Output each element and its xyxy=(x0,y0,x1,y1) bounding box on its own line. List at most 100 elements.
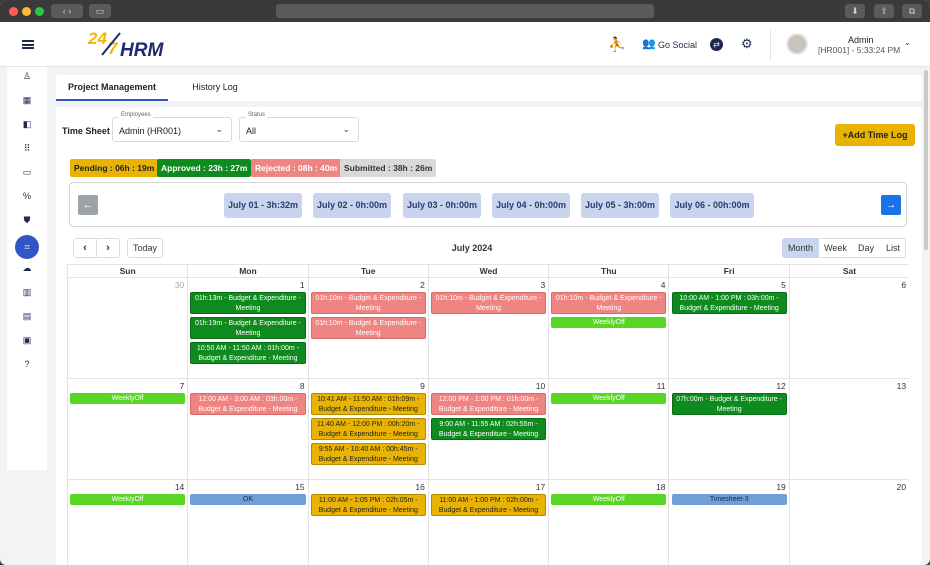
day-number[interactable]: 12 xyxy=(776,381,785,391)
calendar-event[interactable]: 9:55 AM - 10:40 AM : 00h:45m - Budget & … xyxy=(310,443,426,465)
calendar-event[interactable]: WeeklyOff xyxy=(551,494,667,505)
address-bar[interactable] xyxy=(276,4,654,18)
day-cell[interactable]: 8 12:00 AM - 3:00 AM : 03h:00m - Budget &… xyxy=(188,379,309,480)
calendar-event[interactable]: 01h:13m - Budget & Expenditure - Meeting xyxy=(190,292,306,314)
download-icon[interactable]: ⬇ xyxy=(845,4,865,18)
day-cell[interactable]: 11 WeeklyOff xyxy=(549,379,670,480)
calendar-event[interactable]: 11:40 AM - 12:00 PM : 00h:20m - Budget &… xyxy=(310,418,426,440)
today-button[interactable]: Today xyxy=(127,238,163,258)
dashboard-icon[interactable]: ▦ xyxy=(7,91,47,109)
prev-week-button[interactable]: ← xyxy=(78,195,98,215)
percent-icon[interactable]: % xyxy=(7,187,47,205)
grid-icon[interactable]: ⠿ xyxy=(7,139,47,157)
calendar-event[interactable]: 10:41 AM - 11:50 AM : 01h:09m - Budget &… xyxy=(310,393,426,415)
sync-icon[interactable]: ⇄ xyxy=(710,38,723,51)
day-number[interactable]: 20 xyxy=(897,482,906,492)
view-list-button[interactable]: List xyxy=(880,238,906,258)
day-number[interactable]: 30 xyxy=(175,280,184,290)
close-window-button[interactable] xyxy=(9,7,18,16)
day-cell[interactable]: 13 xyxy=(789,379,909,480)
day-cell[interactable]: 9 10:41 AM - 11:50 AM : 01h:09m - Budget … xyxy=(308,379,429,480)
calendar-event[interactable]: 01h:10m - Budget & Expenditure - Meeting xyxy=(310,317,426,339)
notebook-icon[interactable]: ▥ xyxy=(7,283,47,301)
id-card-icon[interactable]: ▣ xyxy=(7,331,47,349)
tab-history-log[interactable]: History Log xyxy=(176,75,254,101)
calendar-event[interactable]: 11:00 AM - 1:05 PM : 02h:05m - Budget & … xyxy=(310,494,426,516)
day-total-chip[interactable]: July 05 - 3h:00m xyxy=(581,193,659,218)
calendar-event[interactable]: 01h:19m - Budget & Expenditure - Meeting xyxy=(190,317,306,339)
day-number[interactable]: 15 xyxy=(295,482,304,492)
day-number[interactable]: 5 xyxy=(781,280,786,290)
calendar-event[interactable]: Timesheet-3 xyxy=(671,494,787,505)
add-time-log-button[interactable]: +Add Time Log xyxy=(835,124,915,146)
day-cell[interactable]: 4 01h:10m - Budget & Expenditure - Meetin… xyxy=(549,278,670,379)
view-month-button[interactable]: Month xyxy=(782,238,819,258)
calendar-event[interactable]: 07h:00m - Budget & Expenditure - Meeting xyxy=(671,393,787,415)
calendar-event[interactable]: 10:00 AM - 1:00 PM : 03h:00m - Budget & … xyxy=(671,292,787,314)
day-cell[interactable]: 6 xyxy=(789,278,909,379)
day-number[interactable]: 14 xyxy=(175,482,184,492)
day-number[interactable]: 1 xyxy=(300,280,305,290)
day-total-chip[interactable]: July 02 - 0h:00m xyxy=(313,193,391,218)
sidebar-toggle-icon[interactable]: ▭ xyxy=(89,4,111,18)
go-social-link[interactable]: Go Social xyxy=(658,40,697,50)
day-cell[interactable]: 1 01h:13m - Budget & Expenditure - Meetin… xyxy=(188,278,309,379)
day-cell[interactable]: 14 WeeklyOff xyxy=(68,480,189,565)
day-total-chip[interactable]: July 06 - 00h:00m xyxy=(670,193,754,218)
day-cell[interactable]: 12 07h:00m - Budget & Expenditure - Meeti… xyxy=(669,379,790,480)
day-number[interactable]: 8 xyxy=(300,381,305,391)
card-icon[interactable]: ▭ xyxy=(7,163,47,181)
calendar-event[interactable]: 01h:10m - Budget & Expenditure - Meeting xyxy=(430,292,547,314)
day-cell[interactable]: 10 12:00 PM - 1:00 PM : 01h:00m - Budget … xyxy=(428,379,550,480)
day-number[interactable]: 18 xyxy=(656,482,665,492)
calendar-event[interactable]: 01h:10m - Budget & Expenditure - Meeting xyxy=(310,292,426,314)
day-number[interactable]: 3 xyxy=(540,280,545,290)
day-number[interactable]: 4 xyxy=(661,280,666,290)
avatar[interactable] xyxy=(786,33,808,55)
day-cell[interactable]: 2 01h:10m - Budget & Expenditure - Meetin… xyxy=(308,278,429,379)
day-total-chip[interactable]: July 03 - 0h:00m xyxy=(403,193,481,218)
minimize-window-button[interactable] xyxy=(22,7,31,16)
day-number[interactable]: 17 xyxy=(536,482,545,492)
calendar-event[interactable]: 01h:10m - Budget & Expenditure - Meeting xyxy=(551,292,667,314)
calendar-event[interactable]: 10:50 AM - 11:50 AM : 01h:00m - Budget &… xyxy=(190,342,306,364)
calendar-event[interactable]: WeeklyOff xyxy=(70,393,186,404)
scrollbar-thumb[interactable] xyxy=(924,70,928,250)
status-select[interactable]: Status All ⌄ xyxy=(239,112,359,142)
calendar-event[interactable]: 11:00 AM - 1:00 PM : 02h:00m - Budget & … xyxy=(430,494,547,516)
calendar-event[interactable]: 12:00 PM - 1:00 PM : 01h:00m - Budget & … xyxy=(430,393,547,415)
back-forward-icon[interactable]: ‹ › xyxy=(51,4,83,18)
day-number[interactable]: 9 xyxy=(420,381,425,391)
calendar-event[interactable]: WeeklyOff xyxy=(551,317,667,328)
day-cell[interactable]: 5 10:00 AM - 1:00 PM : 03h:00m - Budget &… xyxy=(669,278,790,379)
day-cell[interactable]: 30 xyxy=(68,278,189,379)
day-total-chip[interactable]: July 04 - 0h:00m xyxy=(492,193,570,218)
day-cell[interactable]: 18 WeeklyOff xyxy=(549,480,670,565)
chevron-down-icon[interactable]: ⌄ xyxy=(904,38,911,47)
timesheet-icon[interactable]: ⌗ xyxy=(15,235,39,259)
tab-project-management[interactable]: Project Management xyxy=(56,75,168,101)
attendance-icon[interactable]: ⛹ xyxy=(608,36,625,53)
app-logo[interactable]: 24 7 HRM xyxy=(87,28,193,62)
day-cell[interactable]: 7 WeeklyOff xyxy=(68,379,189,480)
day-total-chip[interactable]: July 01 - 3h:32m xyxy=(224,193,302,218)
day-number[interactable]: 7 xyxy=(180,381,185,391)
next-week-button[interactable]: → xyxy=(881,195,901,215)
calendar-event[interactable]: WeeklyOff xyxy=(70,494,186,505)
calendar-event[interactable]: WeeklyOff xyxy=(551,393,667,404)
shield-icon[interactable]: ⛊ xyxy=(7,211,47,229)
cloud-upload-icon[interactable]: ☁ xyxy=(7,259,47,277)
tabs-icon[interactable]: ⧉ xyxy=(902,4,922,18)
book-icon[interactable]: ◧ xyxy=(7,115,47,133)
help-icon[interactable]: ? xyxy=(7,355,47,373)
calendar-icon[interactable]: ▤ xyxy=(7,307,47,325)
day-cell[interactable]: 20 xyxy=(790,480,909,565)
share-icon[interactable]: ⇧ xyxy=(874,4,894,18)
day-number[interactable]: 11 xyxy=(657,381,666,391)
calendar-event[interactable]: OK xyxy=(190,494,306,505)
day-number[interactable]: 19 xyxy=(776,482,785,492)
view-week-button[interactable]: Week xyxy=(819,238,852,258)
go-social-icon[interactable]: 👥 xyxy=(642,37,656,50)
calendar-event[interactable]: 12:00 AM - 3:00 AM : 03h:00m - Budget & … xyxy=(190,393,306,415)
day-number[interactable]: 16 xyxy=(415,482,424,492)
